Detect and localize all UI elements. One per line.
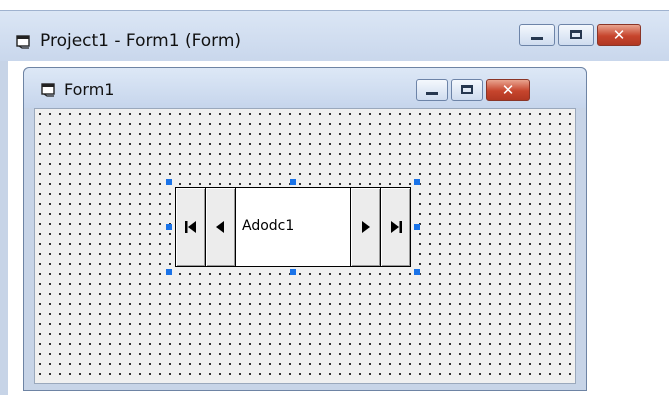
move-next-icon — [362, 221, 370, 233]
designer-title: Project1 - Form1 (Form) — [40, 31, 242, 51]
form1-title-group: Form1 — [41, 80, 114, 99]
resize-handle-bottom[interactable] — [290, 269, 296, 275]
resize-handle-bottom-right[interactable] — [414, 269, 420, 275]
form-icon — [41, 83, 55, 97]
move-next-button[interactable] — [350, 188, 380, 266]
move-previous-icon — [216, 221, 224, 233]
form1-title: Form1 — [64, 80, 115, 99]
resize-handle-right[interactable] — [414, 224, 420, 230]
close-icon: ✕ — [501, 81, 515, 99]
maximize-icon — [570, 30, 582, 39]
move-first-button[interactable] — [176, 188, 206, 266]
form1-maximize-button[interactable] — [451, 79, 483, 101]
resize-handle-bottom-left[interactable] — [166, 269, 172, 275]
resize-handle-top-right[interactable] — [414, 179, 420, 185]
resize-handle-top-left[interactable] — [166, 179, 172, 185]
close-button[interactable]: ✕ — [597, 24, 641, 46]
close-icon: ✕ — [612, 26, 626, 44]
move-previous-button[interactable] — [206, 188, 236, 266]
move-first-icon — [185, 221, 196, 233]
move-last-icon — [391, 221, 402, 233]
form1-caption-buttons: ✕ — [416, 79, 530, 101]
form1-minimize-button[interactable] — [416, 79, 448, 101]
maximize-icon — [461, 85, 473, 94]
move-last-button[interactable] — [380, 188, 410, 266]
designer-caption-buttons: ✕ — [519, 24, 641, 46]
adodc-control[interactable]: Adodc1 — [175, 187, 411, 267]
form1-titlebar[interactable]: Form1 ✕ — [24, 68, 586, 108]
minimize-icon — [426, 92, 438, 95]
adodc-caption: Adodc1 — [242, 218, 295, 234]
resize-handle-left[interactable] — [166, 224, 172, 230]
form-icon — [16, 34, 30, 49]
minimize-icon — [531, 37, 543, 40]
resize-handle-top[interactable] — [290, 179, 296, 185]
designer-titlebar[interactable]: Project1 - Form1 (Form) ✕ — [0, 11, 669, 61]
maximize-button[interactable] — [558, 24, 594, 46]
form1-close-button[interactable]: ✕ — [486, 79, 530, 101]
minimize-button[interactable] — [519, 24, 555, 46]
designer-title-group: Project1 - Form1 (Form) — [16, 29, 241, 53]
